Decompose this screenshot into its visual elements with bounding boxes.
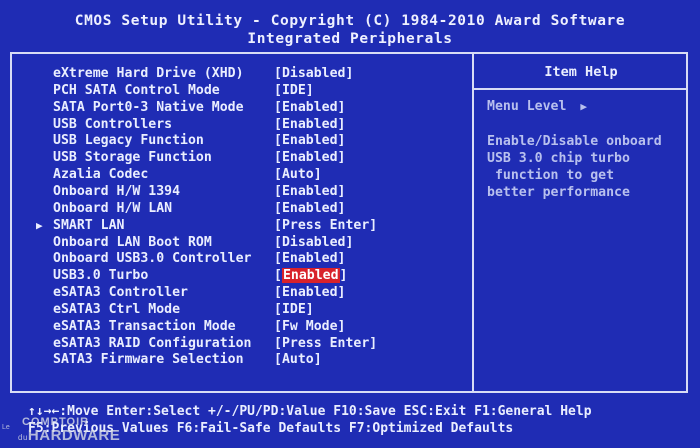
setting-label: USB3.0 Turbo (53, 268, 149, 284)
setting-value[interactable]: [Enabled] (274, 251, 345, 267)
page-title: Integrated Peripherals (247, 31, 453, 47)
help-title: Item Help (544, 64, 618, 80)
help-line: USB 3.0 chip turbo (487, 151, 630, 166)
setting-label: eSATA3 Transaction Mode (53, 318, 236, 334)
setting-value[interactable]: [Enabled] (274, 150, 345, 166)
watermark-name: HARDWARE (27, 427, 121, 444)
help-text: Enable/Disable onboard USB 3.0 chip turb… (487, 133, 662, 201)
setting-label: Onboard H/W 1394 (53, 183, 181, 199)
setting-label: USB Controllers (53, 116, 173, 132)
setting-label: Onboard H/W LAN (53, 200, 173, 216)
setting-label: eXtreme Hard Drive (XHD) (53, 66, 244, 81)
setting-label: eSATA3 Controller (53, 285, 188, 301)
panel-divider (472, 52, 474, 393)
menu-level-label: Menu Level (487, 99, 567, 114)
setting-value[interactable]: [Enabled] (274, 201, 345, 217)
bracket-close: ] (339, 268, 348, 284)
setting-value[interactable]: [Enabled] (274, 184, 345, 200)
setting-value[interactable]: [Enabled] (274, 285, 345, 301)
setting-value[interactable]: [Disabled] (274, 66, 353, 82)
selected-value[interactable]: Enabled (281, 268, 340, 284)
setting-label: eSATA3 RAID Configuration (53, 335, 252, 351)
setting-value[interactable]: [Enabled] (274, 100, 345, 116)
setting-value[interactable]: [Enabled] (274, 133, 345, 149)
setting-label: SATA Port0-3 Native Mode (53, 99, 244, 115)
bios-title: CMOS Setup Utility - Copyright (C) 1984-… (74, 13, 626, 29)
bracket-open: [ (274, 268, 282, 284)
setting-label: USB Storage Function (53, 150, 212, 166)
help-line: Enable/Disable onboard (487, 134, 662, 149)
submenu-arrow-icon: ▶ (36, 218, 43, 232)
setting-value[interactable]: [Enabled] (274, 268, 347, 284)
setting-value[interactable]: [Disabled] (274, 235, 353, 251)
setting-label: SATA3 Firmware Selection (53, 352, 244, 368)
watermark-big: duHARDWARE (18, 427, 120, 444)
setting-label: Onboard LAN Boot ROM (53, 234, 212, 250)
key-help-line-1: ↑↓→←:Move Enter:Select +/-/PU/PD:Value F… (28, 404, 592, 419)
setting-value[interactable]: [IDE] (274, 302, 314, 318)
watermark-prefix: du (18, 433, 28, 442)
setting-value[interactable]: [Press Enter] (274, 336, 377, 352)
help-line: function to get (487, 168, 615, 183)
setting-label: Onboard USB3.0 Controller (53, 251, 252, 267)
help-line: better performance (487, 185, 630, 200)
setting-value[interactable]: [IDE] (274, 83, 314, 99)
setting-value[interactable]: [Auto] (274, 167, 322, 183)
setting-label: USB Legacy Function (53, 133, 204, 149)
setting-label: Azalia Codec (53, 167, 149, 183)
watermark-small: Le (2, 424, 10, 431)
menu-level: Menu Level ▶ (487, 99, 587, 114)
help-title-divider (474, 88, 688, 90)
setting-value[interactable]: [Auto] (274, 352, 322, 368)
bios-screen: CMOS Setup Utility - Copyright (C) 1984-… (0, 0, 700, 448)
setting-value[interactable]: [Press Enter] (274, 218, 377, 234)
setting-label: eSATA3 Ctrl Mode (53, 301, 181, 317)
menu-level-arrow-icon: ▶ (580, 100, 588, 113)
setting-value[interactable]: [Fw Mode] (274, 319, 345, 335)
setting-label: PCH SATA Control Mode (53, 82, 220, 98)
setting-label: SMART LAN (53, 217, 125, 233)
setting-value[interactable]: [Enabled] (274, 117, 345, 133)
